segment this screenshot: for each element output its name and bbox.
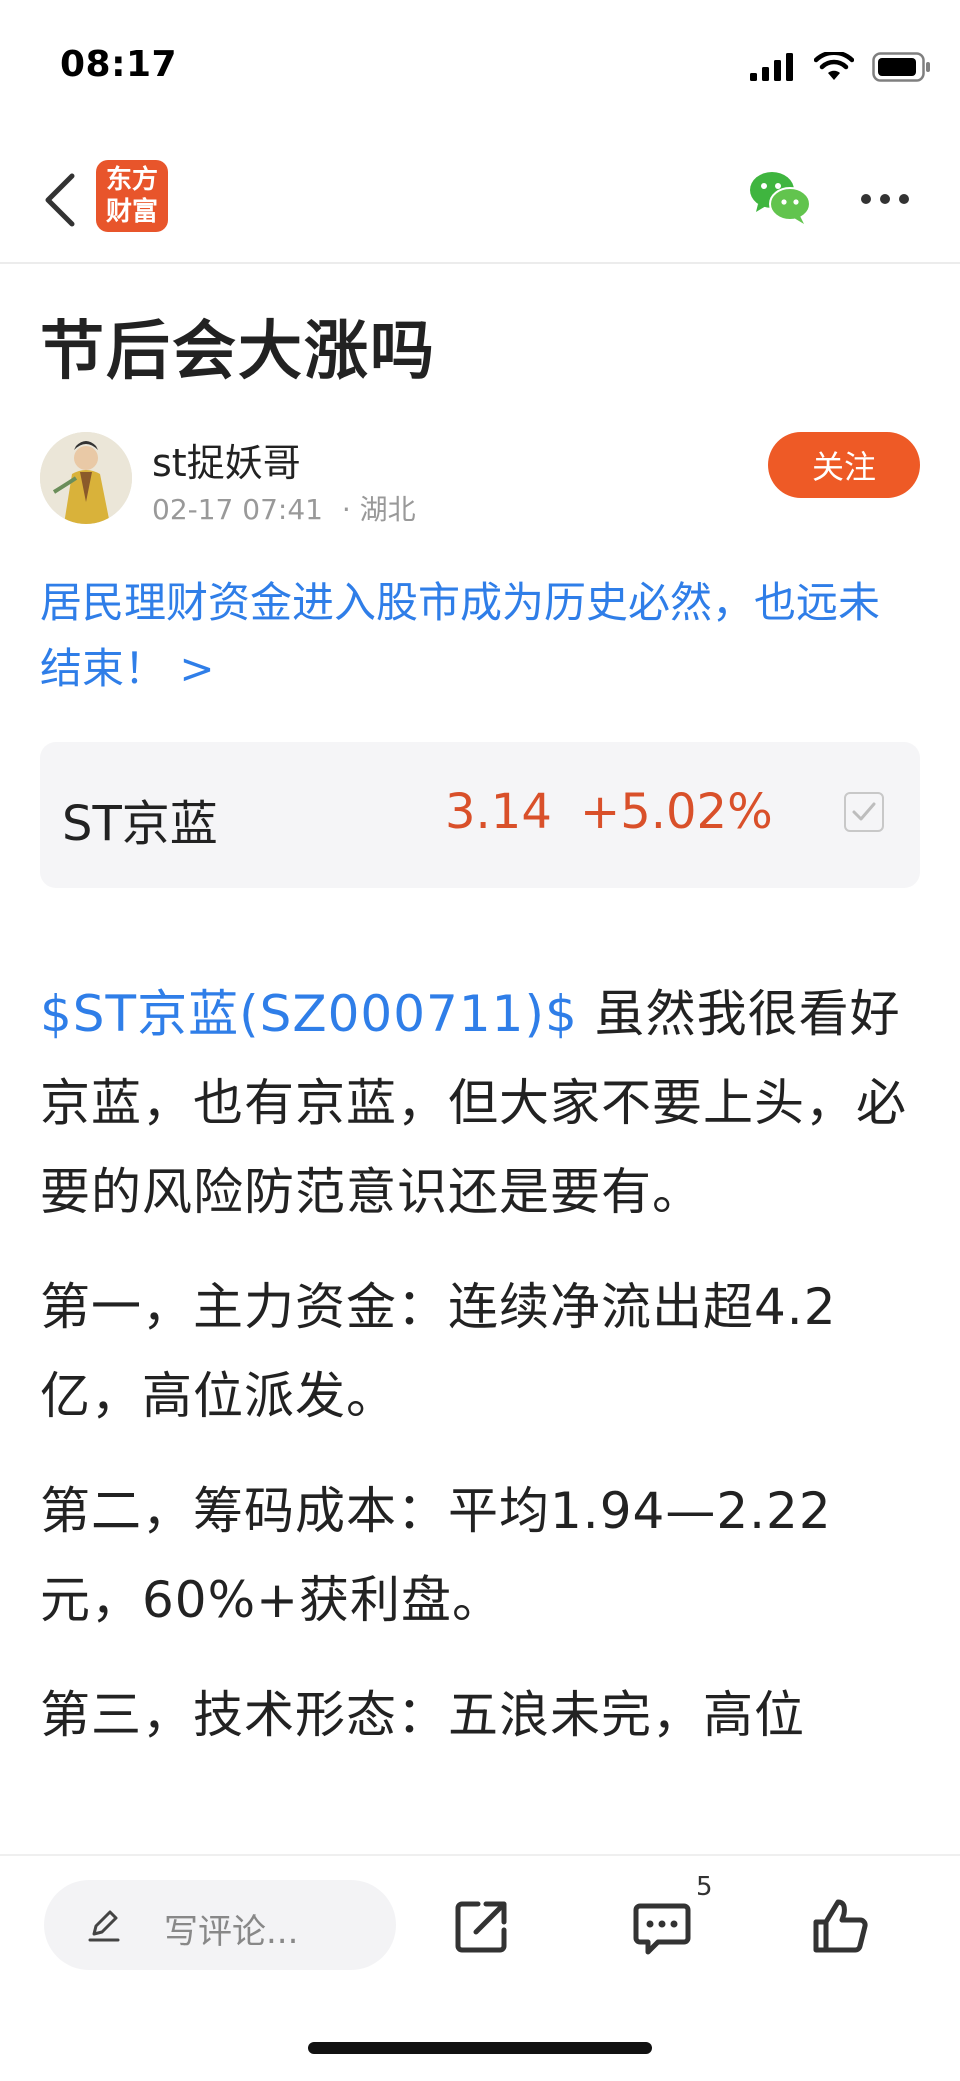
wifi-icon (814, 52, 854, 80)
logo-line-2: 财富 (105, 197, 158, 227)
bottom-action-bar: 写评论... 5 (0, 1854, 960, 2081)
paragraph-2: 第一，主力资金：连续净流出超4.2亿，高位派发。 (40, 1278, 837, 1425)
wechat-share-icon[interactable] (748, 170, 812, 226)
stock-ticker-link[interactable]: $ST京蓝(SZ000711)$ (40, 985, 578, 1043)
watchlist-checkbox[interactable] (844, 792, 884, 832)
check-icon (852, 802, 876, 821)
status-icons (750, 52, 932, 82)
promo-link[interactable]: 居民理财资金进入股市成为历史必然，也远未结束！ > (40, 570, 920, 702)
signal-icon (750, 53, 793, 81)
follow-button[interactable]: 关注 (768, 432, 920, 498)
stock-quote-card[interactable]: ST京蓝 3.14 +5.02% (40, 742, 920, 888)
top-navigation-bar: 东方 财富 (0, 140, 960, 264)
pencil-icon (88, 1910, 120, 1942)
post-datetime: 02-17 07:41 (152, 493, 323, 526)
app-logo[interactable]: 东方 财富 (96, 160, 168, 232)
comment-icon[interactable] (632, 1896, 692, 1956)
author-row: st捉妖哥 02-17 07:41 · 湖北 关注 (40, 432, 920, 526)
battery-icon (872, 52, 930, 82)
comment-placeholder: 写评论... (164, 1912, 299, 1952)
author-avatar[interactable] (40, 432, 132, 524)
post-location: · 湖北 (341, 493, 416, 526)
logo-line-1: 东方 (105, 165, 158, 195)
more-options-icon[interactable] (860, 192, 910, 206)
article-title: 节后会大涨吗 (40, 315, 436, 389)
paragraph-3: 第二，筹码成本：平均1.94—2.22元，60%+获利盘。 (40, 1482, 832, 1629)
status-time: 08:17 (60, 44, 178, 85)
stock-change: +5.02% (580, 784, 773, 840)
author-meta: 02-17 07:41 · 湖北 (152, 488, 416, 528)
share-icon[interactable] (452, 1896, 512, 1956)
paragraph-4: 第三，技术形态：五浪未完，高位 (40, 1686, 805, 1744)
status-bar: 08:17 (0, 0, 960, 140)
author-name[interactable]: st捉妖哥 (152, 432, 301, 487)
thumbs-up-icon[interactable] (810, 1896, 870, 1956)
comment-count-badge: 5 (696, 1872, 713, 1902)
home-indicator (308, 2042, 652, 2054)
article-body: $ST京蓝(SZ000711)$ 虽然我很看好京蓝，也有京蓝，但大家不要上头，必… (40, 970, 920, 1850)
paragraph-1: $ST京蓝(SZ000711)$ 虽然我很看好京蓝，也有京蓝，但大家不要上头，必… (40, 970, 920, 1237)
stock-price: 3.14 (445, 784, 552, 840)
comment-input[interactable]: 写评论... (44, 1880, 396, 1970)
stock-name: ST京蓝 (62, 796, 218, 852)
back-arrow-icon[interactable] (40, 170, 80, 230)
avatar-illustration (40, 432, 132, 524)
